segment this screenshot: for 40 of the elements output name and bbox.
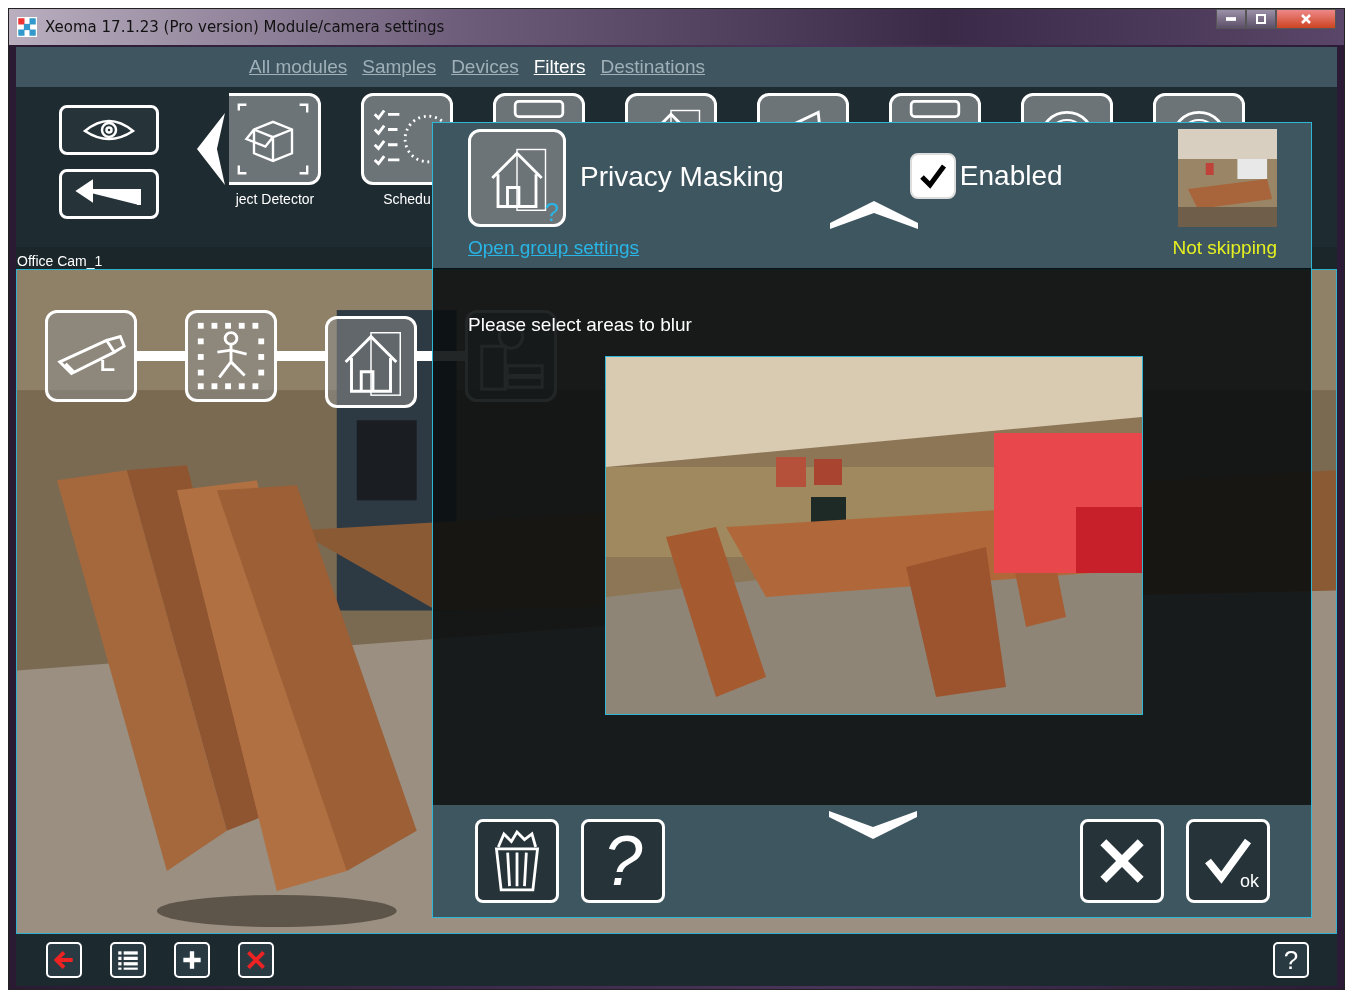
expand-icon[interactable] [828,811,917,839]
maximize-button[interactable] [1246,9,1276,29]
prompt-text: Please select areas to blur [468,314,693,336]
collapse-icon[interactable] [829,201,918,229]
back-button[interactable] [59,169,159,219]
window-title: Xeoma 17.1.23 (Pro version) Module/camera settings [45,18,445,36]
nav-tab[interactable]: Filters [533,56,586,78]
maximize-icon [1255,13,1267,25]
ok-button[interactable]: ok [1186,819,1270,903]
help-mark[interactable]: ? [544,197,559,228]
minimize-icon [1226,17,1236,21]
module-label: ject Detector [235,191,315,207]
minimize-button[interactable] [1216,9,1246,29]
group-settings-link[interactable]: Open group settings [468,237,640,259]
nav-tab[interactable]: Samples [362,56,437,78]
delete-button[interactable] [475,819,559,903]
chain-module[interactable] [325,316,417,408]
back-button[interactable] [46,942,82,978]
view-button[interactable] [59,105,159,155]
nav-tab[interactable]: All modules [249,56,348,78]
camera-label: Office Cam_1 [16,253,103,269]
delete-button[interactable] [238,942,274,978]
module-tile[interactable] [228,93,321,185]
status-text: Not skipping [1172,237,1277,259]
help-button[interactable]: ? [581,819,665,903]
app-logo-icon [17,17,37,37]
enabled-checkbox[interactable] [909,153,956,199]
chain-module[interactable] [45,310,137,402]
enabled-label: Enabled [959,160,1063,192]
module-label: Schedu [383,191,431,207]
close-icon [1300,13,1312,25]
help-button[interactable]: ? [1273,942,1309,978]
add-button[interactable] [174,942,210,978]
cancel-button[interactable] [1080,819,1164,903]
close-button[interactable] [1276,9,1336,29]
dialog-title: Privacy Masking [580,161,784,193]
nav-tab[interactable]: Devices [451,56,519,78]
nav-tab[interactable]: Destinations [600,56,705,78]
list-button[interactable] [110,942,146,978]
chain-module[interactable] [185,310,277,402]
